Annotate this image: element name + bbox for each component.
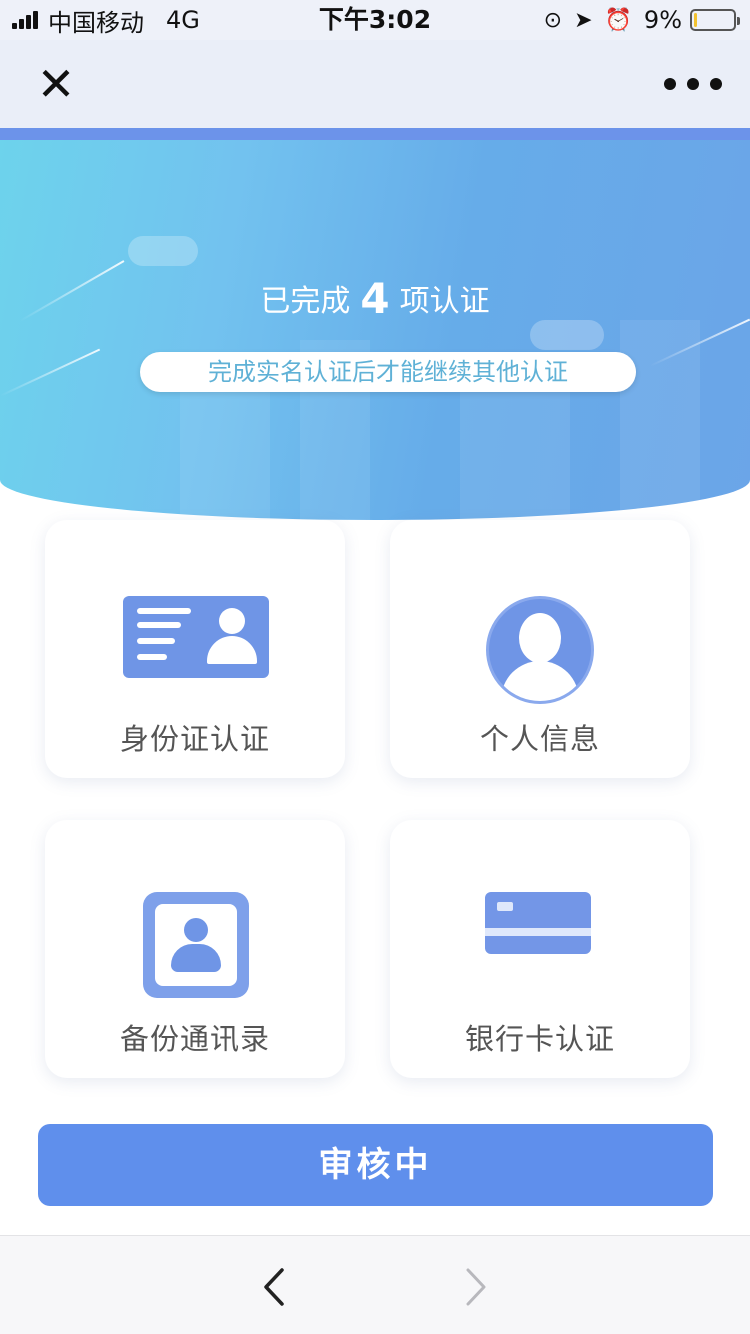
banner-background bbox=[0, 140, 750, 520]
card-label: 备份通讯录 bbox=[119, 1022, 270, 1056]
contacts-icon bbox=[143, 892, 249, 998]
completed-count: 4 bbox=[360, 274, 390, 323]
banner-top-line bbox=[0, 128, 750, 140]
banner-title-prefix: 已完成 bbox=[260, 284, 351, 319]
battery-percent: 9% bbox=[643, 6, 682, 34]
battery-fill bbox=[694, 13, 698, 27]
back-arrow-icon[interactable] bbox=[250, 1262, 300, 1312]
card-label: 银行卡认证 bbox=[464, 1022, 615, 1056]
id-card-icon bbox=[123, 596, 269, 678]
bank-card-icon bbox=[485, 892, 591, 954]
rotation-lock-icon: ⊙ bbox=[543, 7, 563, 33]
location-icon: ➤ bbox=[574, 7, 593, 33]
close-icon[interactable]: ✕ bbox=[30, 60, 82, 108]
status-right: ⊙ ➤ ⏰ 9% bbox=[543, 0, 740, 40]
card-personal-info[interactable]: 个人信息 bbox=[390, 520, 690, 778]
light-streak bbox=[0, 348, 101, 397]
card-id-verification[interactable]: 身份证认证 bbox=[45, 520, 345, 778]
card-backup-contacts[interactable]: 备份通讯录 bbox=[45, 820, 345, 1078]
bottom-toolbar bbox=[0, 1235, 750, 1334]
banner-notice: 完成实名认证后才能继续其他认证 bbox=[140, 352, 636, 392]
card-bank-card-verification[interactable]: 银行卡认证 bbox=[390, 820, 690, 1078]
banner-title-suffix: 项认证 bbox=[399, 284, 490, 319]
more-icon[interactable] bbox=[664, 60, 722, 108]
banner-title: 已完成 4 项认证 bbox=[0, 274, 750, 327]
person-icon bbox=[486, 596, 594, 704]
nav-bar: ✕ bbox=[0, 40, 750, 128]
banner: 已完成 4 项认证 完成实名认证后才能继续其他认证 bbox=[0, 128, 750, 520]
forward-arrow-icon[interactable] bbox=[450, 1262, 500, 1312]
card-label: 个人信息 bbox=[479, 722, 600, 756]
battery-icon bbox=[690, 9, 740, 31]
alarm-icon: ⏰ bbox=[604, 7, 632, 33]
status-bar: 中国移动 4G 下午3:02 ⊙ ➤ ⏰ 9% bbox=[0, 0, 750, 40]
card-label: 身份证认证 bbox=[119, 722, 270, 756]
under-review-button[interactable]: 审核中 bbox=[38, 1124, 713, 1206]
cloud-icon bbox=[128, 236, 198, 266]
